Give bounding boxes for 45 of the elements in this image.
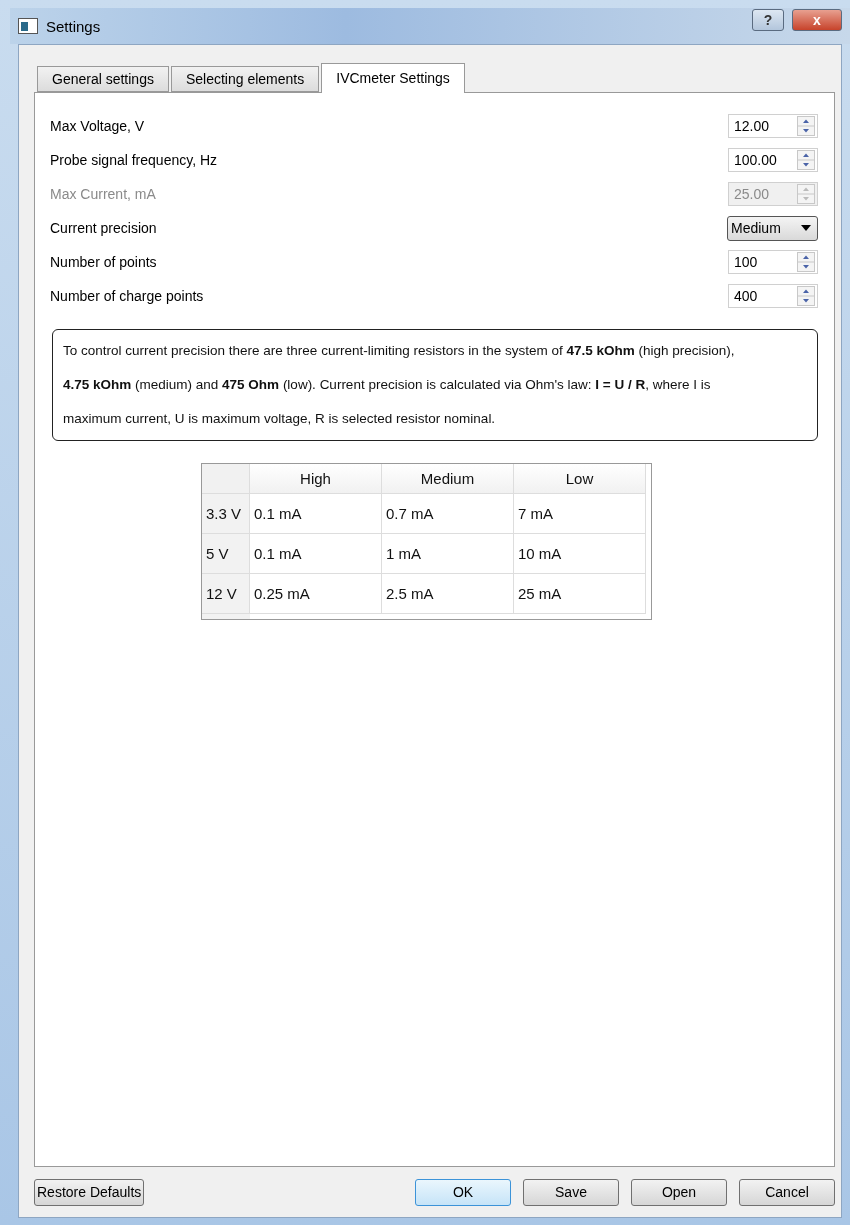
- spin-box[interactable]: 100: [728, 250, 818, 274]
- tab[interactable]: IVCmeter Settings: [321, 63, 465, 93]
- dialog-button[interactable]: Save: [523, 1178, 619, 1206]
- tab[interactable]: General settings: [37, 66, 169, 92]
- window-title: Settings: [46, 17, 102, 35]
- spin-box[interactable]: 100.00: [728, 148, 818, 172]
- row-header: 5 V: [202, 534, 250, 574]
- field-label: Probe signal frequency, Hz: [50, 152, 218, 168]
- spin-box[interactable]: 12.00: [728, 114, 818, 138]
- window-icon: [18, 18, 38, 34]
- field-label: Number of charge points: [50, 288, 204, 304]
- table-cell: 0.1 mA: [250, 534, 382, 574]
- row-header-filler: [202, 614, 250, 619]
- table-corner: [202, 464, 250, 494]
- field-label: Max Current, mA: [50, 186, 156, 202]
- dialog-button[interactable]: Restore Defaults: [34, 1178, 145, 1206]
- dialog-button[interactable]: Open: [631, 1178, 727, 1206]
- help-button[interactable]: ?: [752, 9, 784, 31]
- tab[interactable]: Selecting elements: [170, 66, 320, 92]
- field-label: Number of points: [50, 254, 157, 270]
- dropdown[interactable]: Medium: [727, 215, 818, 241]
- table-cell: 0.7 mA: [382, 494, 514, 534]
- spin-arrows-icon[interactable]: [797, 252, 815, 272]
- spin-arrows-icon[interactable]: [797, 116, 815, 136]
- row-header: 12 V: [202, 574, 250, 614]
- spin-arrows-icon[interactable]: [797, 150, 815, 170]
- row-header: 3.3 V: [202, 494, 250, 534]
- column-header: High: [250, 464, 382, 494]
- table-cell: 7 mA: [514, 494, 646, 534]
- table-cell: 0.25 mA: [250, 574, 382, 614]
- table-cell: 25 mA: [514, 574, 646, 614]
- dialog-button[interactable]: Cancel: [739, 1178, 835, 1206]
- spin-box[interactable]: 400: [728, 284, 818, 308]
- column-header: Medium: [382, 464, 514, 494]
- column-header: Low: [514, 464, 646, 494]
- table-cell: 0.1 mA: [250, 494, 382, 534]
- table-cell: 10 mA: [514, 534, 646, 574]
- field-label: Current precision: [50, 220, 157, 236]
- caret-icon: [801, 225, 811, 231]
- table-cell: 1 mA: [382, 534, 514, 574]
- field-label: Max Voltage, V: [50, 118, 145, 134]
- spin-arrows-icon[interactable]: [797, 286, 815, 306]
- info-text: To control current precision there are three current-limiting resistors in the system of 47.5 kOhm (high precision), 4.75 kOhm (medium) and 475 Ohm (low). Current precision is calculated via Ohm's law: I = U / R, where I is maximum current, U is maximum voltage, R is selected resistor nominal.: [52, 329, 818, 441]
- dialog-button[interactable]: OK: [415, 1178, 511, 1206]
- table-cell: 2.5 mA: [382, 574, 514, 614]
